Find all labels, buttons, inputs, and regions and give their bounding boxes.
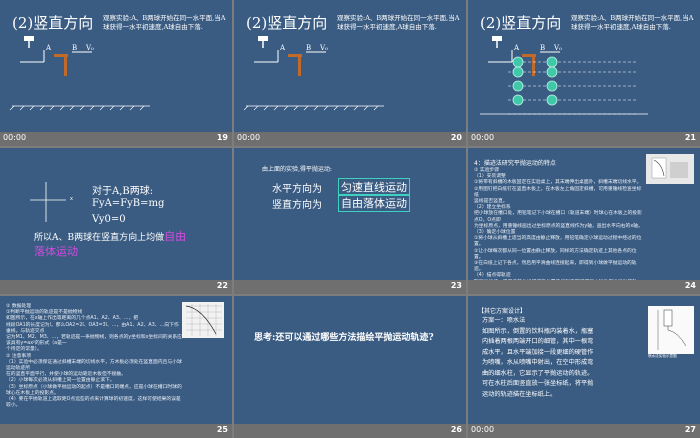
body-line: 运动的轨迹描在坐标纸上。	[482, 390, 557, 398]
body-line: ①将带有斜槽的木板固定在实验桌上，其末端伸出桌面外，斜槽末端切线水平。	[474, 180, 642, 186]
body-line: ①将小球从斜槽上适当的高度由静止释放，用铅笔确定小球运动过程中经过的位置。	[474, 236, 642, 248]
slide-number: 22	[216, 281, 228, 290]
text-line: 对于A,B两球:	[92, 186, 154, 197]
row-value: 自由落体运动	[338, 194, 410, 212]
slide-thumb-21[interactable]: (2)竖直方向 观察实验:A、B两球开始在同一水平面,当A球获得一水平初速度,A…	[468, 0, 700, 146]
apparatus-photo	[646, 154, 694, 184]
body-line: 记为M1、M2、M3、…，若轨迹是一条抛物线，则各点的y坐标和x坐标间的关系应该…	[6, 335, 182, 347]
apparatus-diagram	[9, 36, 150, 111]
slide-canvas: 由上面的实验,得平抛运动: 水平方向为 匀速直线运动 竖直方向为 自由落体运动	[234, 148, 466, 280]
slide-number: 26	[450, 425, 462, 434]
timing-label: 00:00	[3, 133, 27, 142]
slide-canvas: 【其它方案设计】 方案一：喷水法如图所示，倒置的饮料瓶内装着水，瓶塞 内插着两根两…	[468, 296, 700, 424]
slide-number: 20	[450, 133, 462, 142]
question-text: 思考:还可以通过哪些方法描绘平抛运动轨迹?	[254, 333, 434, 343]
axis-x-label: x	[70, 196, 73, 202]
conclusion-text: 所以A、B两球在竖直方向上均做自由落体运动	[34, 230, 194, 260]
slide-thumb-19[interactable]: (2)竖直方向 观察实验:A、B两球开始在同一水平面,当A球获得一水平初速度,A…	[0, 0, 232, 146]
body-line: 如图所示，倒置的饮料瓶内装着水，瓶塞	[482, 327, 594, 335]
label-a: A	[280, 44, 286, 52]
slide-number: 23	[450, 281, 462, 290]
slide-canvas: (2)竖直方向 观察实验:A、B两球开始在同一水平面,当A球获得一水平初速度,A…	[0, 0, 232, 132]
slide-canvas: x 对于A,B两球: FyA=FyB=mg Vy0=0 所以A、B两球在竖直方向…	[0, 148, 232, 280]
text-line: Vy0=0	[92, 214, 126, 225]
body-line: 方案一：喷水法	[482, 317, 526, 324]
slide-meta: 25	[0, 424, 232, 438]
slide-number: 25	[216, 425, 228, 434]
slide-meta: 24	[468, 280, 700, 294]
slide-body: ② 数据处理 ①判断平抛运动的轨迹是不是抛物线 如图所示，在x轴上作出等距离的几个点…	[6, 304, 182, 409]
text-line: FyA=FyB=mg	[92, 198, 165, 209]
slide-thumb-23[interactable]: 由上面的实验,得平抛运动: 水平方向为 匀速直线运动 竖直方向为 自由落体运动 …	[234, 148, 466, 294]
slide-heading: 4：描迹法研究平抛运动的特点	[474, 160, 556, 167]
slide-body: 方案一：喷水法如图所示，倒置的饮料瓶内装着水，瓶塞 内插着两根两端开口的细管，其中…	[482, 316, 642, 400]
body-line: 把小球放在槽口处，用铅笔记下小球在槽口（轨道末端）时球心在木板上的投影点O，O点…	[474, 211, 642, 223]
label-v0: V₀	[86, 44, 94, 52]
slide-canvas: 4：描迹法研究平抛运动的特点 ① 实验步骤 （1）安装调整 ①将带有斜槽的木板固定在…	[468, 148, 700, 280]
timing-label: 00:00	[237, 133, 261, 142]
body-line: 可在水柱后面竖直放一张坐标纸，将平抛	[482, 380, 594, 387]
label-v0: V₀	[554, 44, 562, 52]
slide-canvas: 思考:还可以通过哪些方法描绘平抛运动轨迹?	[234, 296, 466, 424]
slide-meta: 23	[234, 280, 466, 294]
body-line: 内插着两根两端开口的细管，其中一根弯	[482, 338, 594, 345]
slide-thumb-25[interactable]: ② 数据处理 ①判断平抛运动的轨迹是不是抛物线 如图所示，在x轴上作出等距离的几个点…	[0, 296, 232, 438]
slide-canvas: (2)竖直方向 观察实验:A、B两球开始在同一水平面,当A球获得一水平初速度,A…	[234, 0, 466, 132]
apparatus-diagram	[243, 36, 384, 111]
label-b: B	[540, 44, 546, 52]
body-line: ②让小球每次都从同一位置由静止释放，同样的方法确定轨迹上其他各点的位置。	[474, 248, 637, 260]
slide-meta: 00:00 27	[468, 424, 700, 438]
body-line: 曲的细水柱，它显示了平抛运动的轨迹。	[482, 369, 594, 377]
trajectory-figure	[182, 302, 224, 338]
slide-meta: 00:00 19	[0, 132, 232, 146]
body-line: ②用图钉把白纸钉在竖直木板上，在木板左上角固定斜槽，可用重锤线检查坐标纸	[474, 186, 642, 198]
slide-meta: 00:00 20	[234, 132, 466, 146]
label-a: A	[46, 44, 52, 52]
spray-apparatus-figure	[648, 306, 694, 354]
label-b: B	[306, 44, 312, 52]
slide-thumb-24[interactable]: 4：描迹法研究平抛运动的特点 ① 实验步骤 （1）安装调整 ①将带有斜槽的木板固定在…	[468, 148, 700, 294]
slide-thumb-22[interactable]: x 对于A,B两球: FyA=FyB=mg Vy0=0 所以A、B两球在竖直方向…	[0, 148, 232, 294]
slide-heading: 【其它方案设计】	[478, 308, 527, 315]
figure-caption: 喷水法实验示意图	[648, 354, 677, 358]
label-b: B	[72, 44, 78, 52]
slide-thumb-20[interactable]: (2)竖直方向 观察实验:A、B两球开始在同一水平面,当A球获得一水平初速度,A…	[234, 0, 466, 146]
slide-meta: 22	[0, 280, 232, 294]
slide-body: ① 实验步骤 （1）安装调整 ①将带有斜槽的木板固定在实验桌上，其末端伸出桌面外，斜…	[474, 168, 646, 280]
slide-number: 21	[684, 133, 696, 142]
body-line: 为喷嘴，水从喷嘴中射出，在空中形成弯	[482, 359, 594, 366]
body-line: （4）要在平抛轨道上选取距O点远些的点来计算球的初速度，这样可使结果的误差较小。	[6, 397, 181, 409]
row-label: 水平方向为	[272, 184, 322, 195]
label-v0: V₀	[320, 44, 328, 52]
slide-canvas: ② 数据处理 ①判断平抛运动的轨迹是不是抛物线 如图所示，在x轴上作出等距离的几个点…	[0, 296, 232, 424]
slide-meta: 26	[234, 424, 466, 438]
body-line: 线段OA1的长度记为l，那么OA2=2l、OA3=3l、…，由A1、A2、A3、…	[6, 322, 179, 334]
conclusion-lead: 所以A、B两球在竖直方向上均做	[34, 233, 165, 243]
body-line: （1）实验中必须保证通过斜槽末端的切线水平，方木板必须处在竖直面内且与小球运动轨…	[6, 359, 182, 372]
slide-meta: 00:00 21	[468, 132, 700, 146]
apparatus-diagram	[480, 36, 648, 115]
slide-canvas: (2)竖直方向 观察实验:A、B两球开始在同一水平面,当A球获得一水平初速度,A…	[468, 0, 700, 132]
slide-thumb-26[interactable]: 思考:还可以通过哪些方法描绘平抛运动轨迹? 26	[234, 296, 466, 438]
timing-label: 00:00	[471, 425, 495, 434]
slide-thumb-27[interactable]: 【其它方案设计】 方案一：喷水法如图所示，倒置的饮料瓶内装着水，瓶塞 内插着两根两…	[468, 296, 700, 438]
label-a: A	[514, 44, 520, 52]
row-label: 竖直方向为	[272, 200, 322, 211]
body-line: ③在白纸上记下各点，然后用平滑曲线连接起来，即得到小球做平抛运动的轨迹。	[474, 261, 637, 273]
slide-number: 27	[684, 425, 696, 434]
body-line: 成水平，且水平端加接一段更细的硬管作	[482, 348, 594, 356]
timing-label: 00:00	[471, 133, 495, 142]
slide-number: 19	[216, 133, 228, 142]
slide-heading: 由上面的实验,得平抛运动:	[262, 166, 332, 173]
slide-number: 24	[684, 281, 696, 290]
body-line: （3）坐标原点（小球做平抛运动的起点）不是槽口的端点，应是小球在槽口时球的球心在…	[6, 384, 182, 396]
